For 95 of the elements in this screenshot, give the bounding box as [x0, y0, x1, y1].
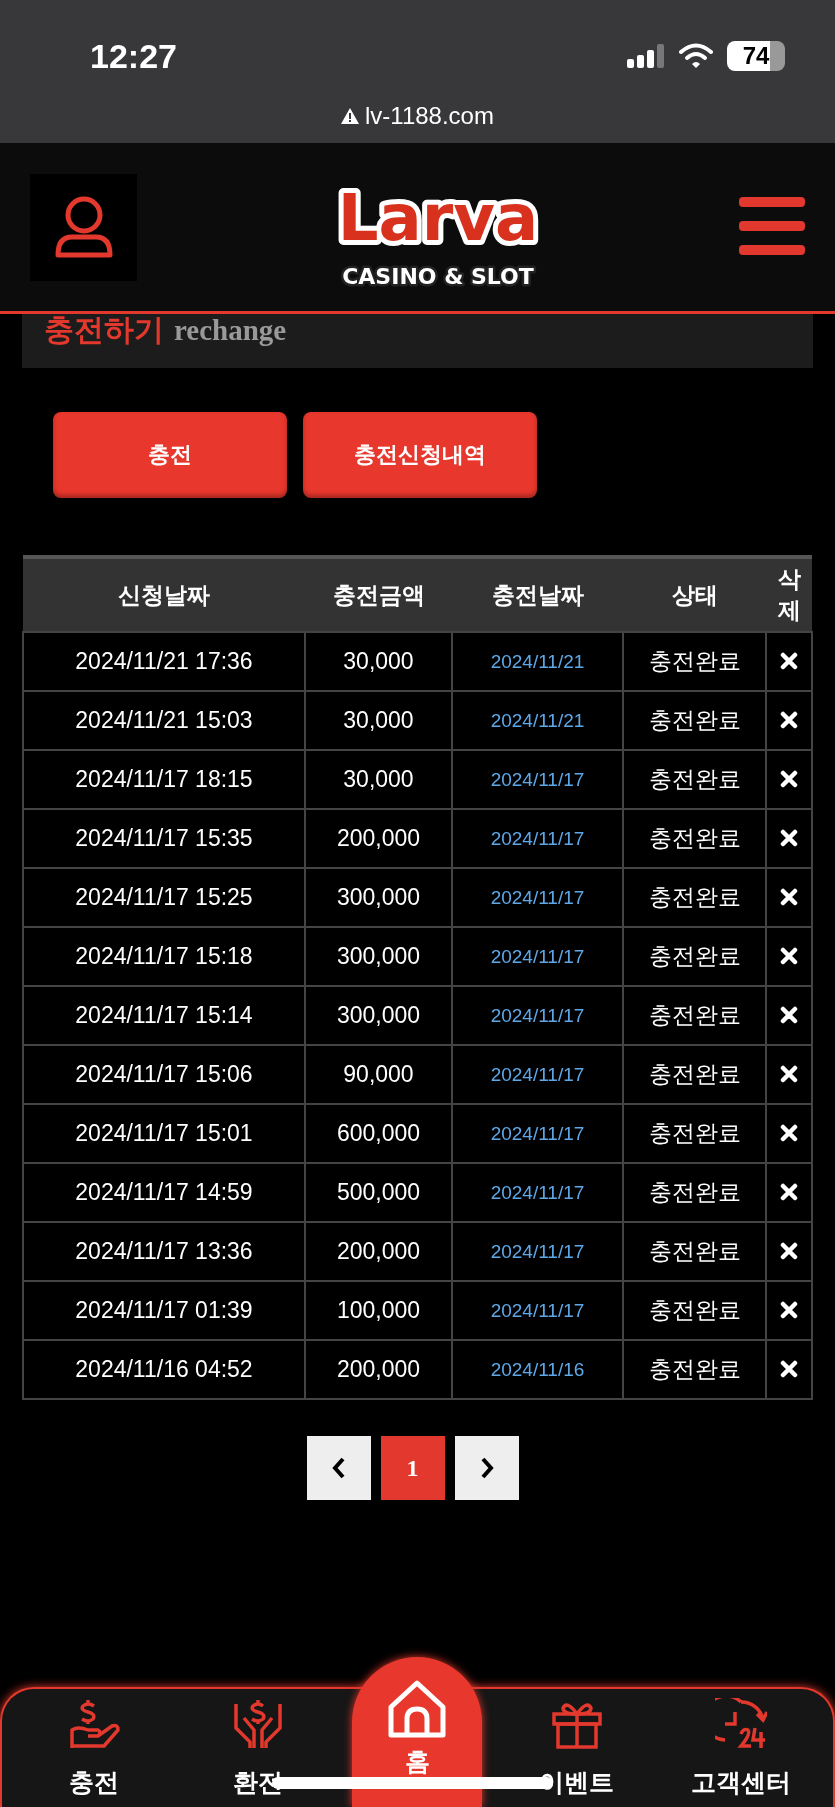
previous-page-button[interactable]	[306, 1436, 371, 1500]
table-cell: 30,000	[305, 632, 452, 691]
table-cell: 2024/11/17	[452, 927, 623, 986]
menu-icon	[739, 196, 805, 255]
warning-icon	[341, 108, 359, 124]
close-icon	[780, 710, 798, 729]
table-cell: 충전완료	[623, 986, 766, 1045]
hands-coin-icon	[232, 1698, 285, 1750]
table-cell: 30,000	[305, 750, 452, 809]
table-cell: 충전완료	[623, 750, 766, 809]
battery-level: 74	[742, 42, 770, 70]
table-cell: 충전완료	[623, 691, 766, 750]
clock-24-icon	[714, 1698, 767, 1750]
close-icon	[780, 887, 798, 906]
close-icon	[780, 1064, 798, 1083]
table-cell: 2024/11/17	[452, 809, 623, 868]
close-icon	[780, 651, 798, 670]
close-icon	[780, 1300, 798, 1319]
hand-coin-icon	[68, 1698, 121, 1750]
page-subtitle: rechange	[174, 314, 287, 347]
table-cell: 300,000	[305, 868, 452, 927]
tab-button[interactable]: 충전신청내역	[303, 412, 537, 498]
table-cell: 2024/11/17 15:14	[23, 986, 305, 1045]
table-cell: 300,000	[305, 986, 452, 1045]
close-icon	[780, 769, 798, 788]
close-icon	[780, 1359, 798, 1378]
table-cell: 2024/11/17 01:39	[23, 1281, 305, 1340]
column-header: 충전날짜	[452, 557, 623, 632]
table-cell: 2024/11/17	[452, 750, 623, 809]
table-cell: 충전완료	[623, 1045, 766, 1104]
table-cell: 200,000	[305, 809, 452, 868]
table-cell: 100,000	[305, 1281, 452, 1340]
nav-button[interactable]: 충전	[24, 1698, 165, 1807]
close-icon	[780, 1182, 798, 1201]
table-cell: 2024/11/17	[452, 1104, 623, 1163]
table-cell: 2024/11/17 14:59	[23, 1163, 305, 1222]
column-header: 신청날짜	[23, 557, 305, 632]
close-icon	[780, 1123, 798, 1142]
table-cell: 충전완료	[623, 809, 766, 868]
table-cell: 2024/11/17 18:15	[23, 750, 305, 809]
table-cell: 충전완료	[623, 1163, 766, 1222]
table-cell: 충전완료	[623, 868, 766, 927]
table-cell: 2024/11/17	[452, 1163, 623, 1222]
table-cell: 2024/11/17 15:18	[23, 927, 305, 986]
table-cell: 2024/11/17	[452, 986, 623, 1045]
table-cell: 2024/11/16 04:52	[23, 1340, 305, 1399]
table-cell: 2024/11/17 15:25	[23, 868, 305, 927]
column-header: 상태	[623, 557, 766, 632]
table-cell: 2024/11/17 13:36	[23, 1222, 305, 1281]
clock-time: 12:27	[90, 36, 177, 76]
table-cell: 충전완료	[623, 1340, 766, 1399]
table-cell: 2024/11/17 15:06	[23, 1045, 305, 1104]
url-text[interactable]: lv-1188.com	[365, 102, 494, 130]
close-icon	[780, 946, 798, 965]
table-cell: 600,000	[305, 1104, 452, 1163]
table-cell: 2024/11/21	[452, 632, 623, 691]
table-cell: 200,000	[305, 1222, 452, 1281]
table-cell: 2024/11/17	[452, 1281, 623, 1340]
tab-button[interactable]: 충전	[53, 412, 287, 498]
table-cell: 2024/11/17	[452, 1222, 623, 1281]
chevron-left-icon	[330, 1456, 347, 1480]
column-header: 삭제	[766, 557, 812, 632]
menu-button[interactable]	[739, 196, 805, 258]
page-title: 충전하기	[44, 314, 164, 348]
table-cell: 충전완료	[623, 1222, 766, 1281]
nav-button[interactable]: 고객센터	[670, 1698, 811, 1807]
table-cell: 2024/11/17 15:35	[23, 809, 305, 868]
table-cell: 30,000	[305, 691, 452, 750]
wifi-icon	[679, 43, 713, 69]
table-cell: 90,000	[305, 1045, 452, 1104]
close-icon	[780, 1241, 798, 1260]
signal-icon	[627, 44, 665, 68]
user-button[interactable]	[30, 173, 137, 281]
table-cell: 300,000	[305, 927, 452, 986]
table-cell: 2024/11/21 15:03	[23, 691, 305, 750]
close-icon	[780, 828, 798, 847]
close-icon	[780, 1005, 798, 1024]
user-icon	[53, 195, 114, 259]
page-button[interactable]: 1	[380, 1436, 445, 1500]
larva-logo[interactable]: Larva CASINO & SLOT	[318, 152, 558, 302]
next-page-button[interactable]	[454, 1436, 519, 1500]
table-cell: 충전완료	[623, 1104, 766, 1163]
table-cell: 충전완료	[623, 632, 766, 691]
table-cell: 2024/11/21	[452, 691, 623, 750]
home-nav-button[interactable]: 홈	[352, 1657, 483, 1807]
table-cell: 충전완료	[623, 927, 766, 986]
table-cell: 2024/11/17	[452, 1045, 623, 1104]
table-cell: 2024/11/17	[452, 868, 623, 927]
table-cell: 2024/11/17 15:01	[23, 1104, 305, 1163]
table-cell: 2024/11/21 17:36	[23, 632, 305, 691]
table-cell: 500,000	[305, 1163, 452, 1222]
table-cell: 2024/11/16	[452, 1340, 623, 1399]
table-cell: 충전완료	[623, 1281, 766, 1340]
table-cell: 200,000	[305, 1340, 452, 1399]
column-header: 충전금액	[305, 557, 452, 632]
